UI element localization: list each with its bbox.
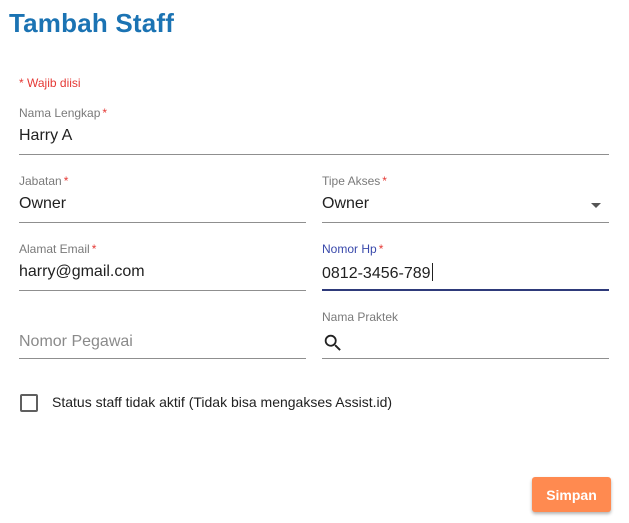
nomor-pegawai-field[interactable]: Nomor Pegawai [19,310,306,360]
jabatan-field[interactable]: Jabatan * Owner [19,174,306,224]
alamat-email-label: Alamat Email * [19,242,97,256]
required-star: * [63,174,69,188]
alamat-email-input[interactable]: harry@gmail.com [19,263,145,281]
page-title: Tambah Staff [9,8,175,38]
tipe-akses-label: Tipe Akses * [322,174,387,188]
nomor-hp-field[interactable]: Nomor Hp * 0812-3456-789 [322,242,609,292]
status-checkbox-label[interactable]: Status staff tidak aktif (Tidak bisa men… [52,394,392,410]
required-star: * [382,174,387,188]
dropdown-arrow-icon[interactable] [591,203,601,208]
required-star: * [91,242,97,256]
text-caret [431,263,433,281]
nama-lengkap-field[interactable]: Nama Lengkap * Harry A [19,106,609,156]
nomor-hp-input[interactable]: 0812-3456-789 [322,263,433,283]
save-button[interactable]: Simpan [532,477,611,512]
nomor-pegawai-placeholder[interactable]: Nomor Pegawai [19,333,133,351]
jabatan-label: Jabatan * [19,174,69,188]
nomor-pegawai-underline [19,358,306,359]
nama-praktek-underline [322,358,609,359]
tipe-akses-select[interactable]: Tipe Akses * Owner [322,174,609,224]
nama-lengkap-underline [19,154,609,155]
status-checkbox[interactable] [20,394,38,412]
nama-lengkap-input[interactable]: Harry A [19,127,72,145]
jabatan-input[interactable]: Owner [19,195,66,213]
tipe-akses-value[interactable]: Owner [322,195,369,213]
jabatan-underline [19,222,306,223]
search-icon[interactable] [322,332,344,354]
required-star: * [378,242,384,256]
nama-praktek-field[interactable]: Nama Praktek [322,310,609,360]
nama-lengkap-label: Nama Lengkap * [19,106,108,120]
nomor-hp-underline [322,289,609,291]
required-note: * Wajib diisi [19,76,81,90]
nomor-hp-value: 0812-3456-789 [322,265,431,282]
tipe-akses-underline [322,222,609,223]
nama-praktek-label: Nama Praktek [322,310,399,324]
alamat-email-field[interactable]: Alamat Email * harry@gmail.com [19,242,306,292]
alamat-email-underline [19,290,306,291]
required-star: * [102,106,108,120]
nomor-hp-label: Nomor Hp * [322,242,384,256]
